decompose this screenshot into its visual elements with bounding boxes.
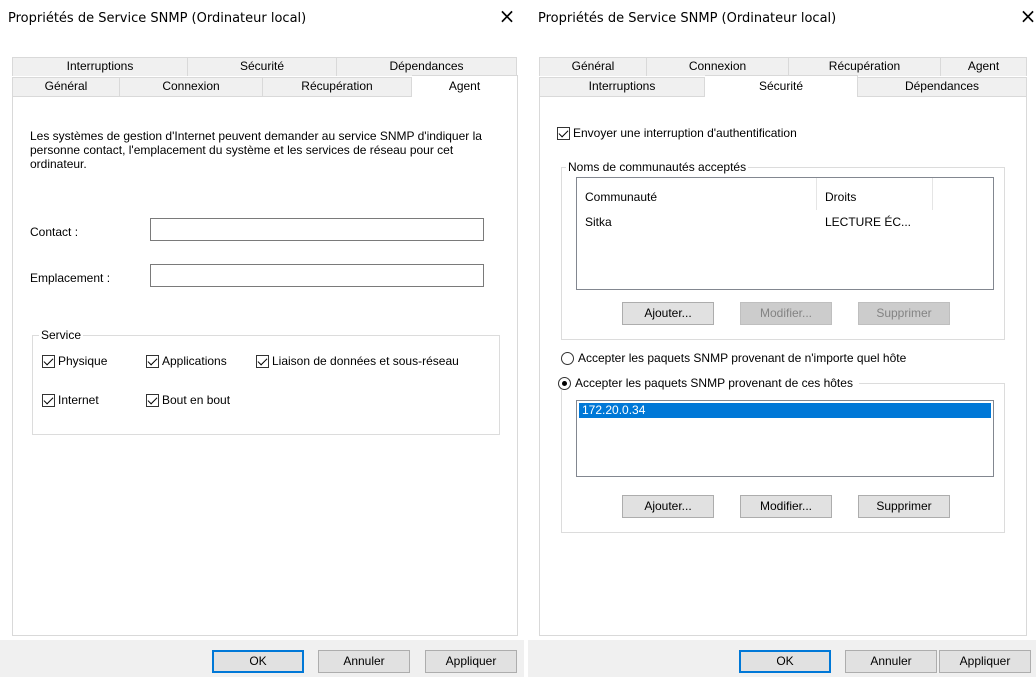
service-internet-checkbox[interactable]: Internet (42, 393, 99, 407)
apply-button[interactable]: Appliquer (425, 650, 517, 673)
host-list-item[interactable]: 172.20.0.34 (579, 403, 991, 418)
checkbox-label: Internet (58, 393, 99, 407)
tab-securite[interactable]: Sécurité (188, 57, 337, 76)
tab-interruptions[interactable]: Interruptions (12, 57, 188, 76)
tab-connexion[interactable]: Connexion (120, 77, 263, 96)
close-icon[interactable]: × (495, 6, 519, 26)
radio-label: Accepter les paquets SNMP provenant de n… (578, 351, 907, 365)
tab-connexion[interactable]: Connexion (647, 57, 789, 76)
radio-circle (558, 376, 571, 390)
radio-label: Accepter les paquets SNMP provenant de c… (575, 376, 853, 390)
hosts-groupbox: Accepter les paquets SNMP provenant de c… (556, 376, 1005, 533)
close-icon[interactable]: × (1016, 6, 1036, 26)
community-remove-button[interactable]: Supprimer (858, 302, 950, 325)
table-row[interactable]: Sitka LECTURE ÉC... (577, 215, 993, 231)
tab-securite[interactable]: Sécurité (705, 75, 858, 97)
tab-row-bottom: Interruptions Sécurité Dépendances (539, 75, 1027, 97)
contact-label: Contact : (30, 225, 79, 239)
cancel-button[interactable]: Annuler (845, 650, 937, 673)
tab-panel-agent: Les systèmes de gestion d'Internet peuve… (12, 96, 518, 636)
checkbox-label: Applications (162, 354, 227, 368)
snmp-properties-dialog-security: Propriétés de Service SNMP (Ordinateur l… (528, 0, 1036, 677)
checkbox-box (256, 354, 269, 368)
apply-button[interactable]: Appliquer (939, 650, 1031, 673)
checkbox-box (42, 393, 55, 407)
ok-button[interactable]: OK (739, 650, 831, 673)
location-label: Emplacement : (30, 271, 111, 285)
window-title: Propriétés de Service SNMP (Ordinateur l… (8, 11, 307, 26)
cancel-button[interactable]: Annuler (318, 650, 410, 673)
community-edit-button[interactable]: Modifier... (740, 302, 832, 325)
checkbox-label: Bout en bout (162, 393, 231, 407)
checkbox-label: Physique (58, 354, 108, 368)
tab-agent[interactable]: Agent (941, 57, 1027, 76)
community-name: Sitka (585, 215, 612, 229)
radio-circle (561, 351, 574, 365)
tab-dependances[interactable]: Dépendances (858, 77, 1027, 96)
column-header-droits[interactable]: Droits (817, 178, 933, 210)
contact-input[interactable] (150, 218, 484, 241)
service-groupbox: Service Physique Applications Liaison de… (32, 328, 500, 435)
service-group-label: Service (39, 328, 84, 342)
tab-general[interactable]: Général (539, 57, 647, 76)
host-remove-button[interactable]: Supprimer (858, 495, 950, 518)
title-bar: Propriétés de Service SNMP (Ordinateur l… (0, 0, 524, 38)
auth-trap-checkbox[interactable]: Envoyer une interruption d'authentificat… (557, 126, 797, 140)
accept-any-host-radio[interactable]: Accepter les paquets SNMP provenant de n… (561, 351, 906, 365)
checkbox-box (146, 393, 159, 407)
communities-groupbox: Noms de communautés acceptés Communauté … (561, 160, 1005, 340)
tab-row-top: Général Connexion Récupération Agent (539, 57, 1027, 76)
window-title: Propriétés de Service SNMP (Ordinateur l… (538, 11, 837, 26)
checkbox-box (557, 126, 570, 140)
community-rights: LECTURE ÉC... (825, 215, 912, 229)
tab-dependances[interactable]: Dépendances (337, 57, 517, 76)
agent-description: Les systèmes de gestion d'Internet peuve… (30, 129, 482, 171)
host-add-button[interactable]: Ajouter... (622, 495, 714, 518)
service-physique-checkbox[interactable]: Physique (42, 354, 107, 368)
tab-row-top: Interruptions Sécurité Dépendances (12, 57, 517, 76)
column-header-communaute[interactable]: Communauté (577, 178, 817, 210)
tab-general[interactable]: Général (12, 77, 120, 96)
tab-row-bottom: Général Connexion Récupération Agent (12, 75, 518, 97)
accept-these-hosts-radio[interactable]: Accepter les paquets SNMP provenant de c… (556, 376, 859, 390)
tab-panel-securite: Envoyer une interruption d'authentificat… (539, 96, 1027, 636)
checkbox-label: Liaison de données et sous-réseau (272, 354, 459, 368)
communities-list[interactable]: Communauté Droits Sitka LECTURE ÉC... (576, 177, 994, 290)
checkbox-box (146, 354, 159, 368)
tab-recuperation[interactable]: Récupération (263, 77, 412, 96)
location-input[interactable] (150, 264, 484, 287)
service-applications-checkbox[interactable]: Applications (146, 354, 227, 368)
title-bar: Propriétés de Service SNMP (Ordinateur l… (528, 0, 1036, 38)
ok-button[interactable]: OK (212, 650, 304, 673)
service-liaison-checkbox[interactable]: Liaison de données et sous-réseau (256, 354, 459, 368)
tab-interruptions[interactable]: Interruptions (539, 77, 705, 96)
community-add-button[interactable]: Ajouter... (622, 302, 714, 325)
checkbox-box (42, 354, 55, 368)
service-bout-en-bout-checkbox[interactable]: Bout en bout (146, 393, 230, 407)
tab-agent[interactable]: Agent (412, 75, 518, 97)
snmp-properties-dialog-agent: Propriétés de Service SNMP (Ordinateur l… (0, 0, 524, 677)
tab-recuperation[interactable]: Récupération (789, 57, 941, 76)
communities-group-label: Noms de communautés acceptés (566, 160, 749, 174)
checkbox-label: Envoyer une interruption d'authentificat… (573, 126, 797, 140)
host-edit-button[interactable]: Modifier... (740, 495, 832, 518)
hosts-list[interactable]: 172.20.0.34 (576, 400, 994, 477)
